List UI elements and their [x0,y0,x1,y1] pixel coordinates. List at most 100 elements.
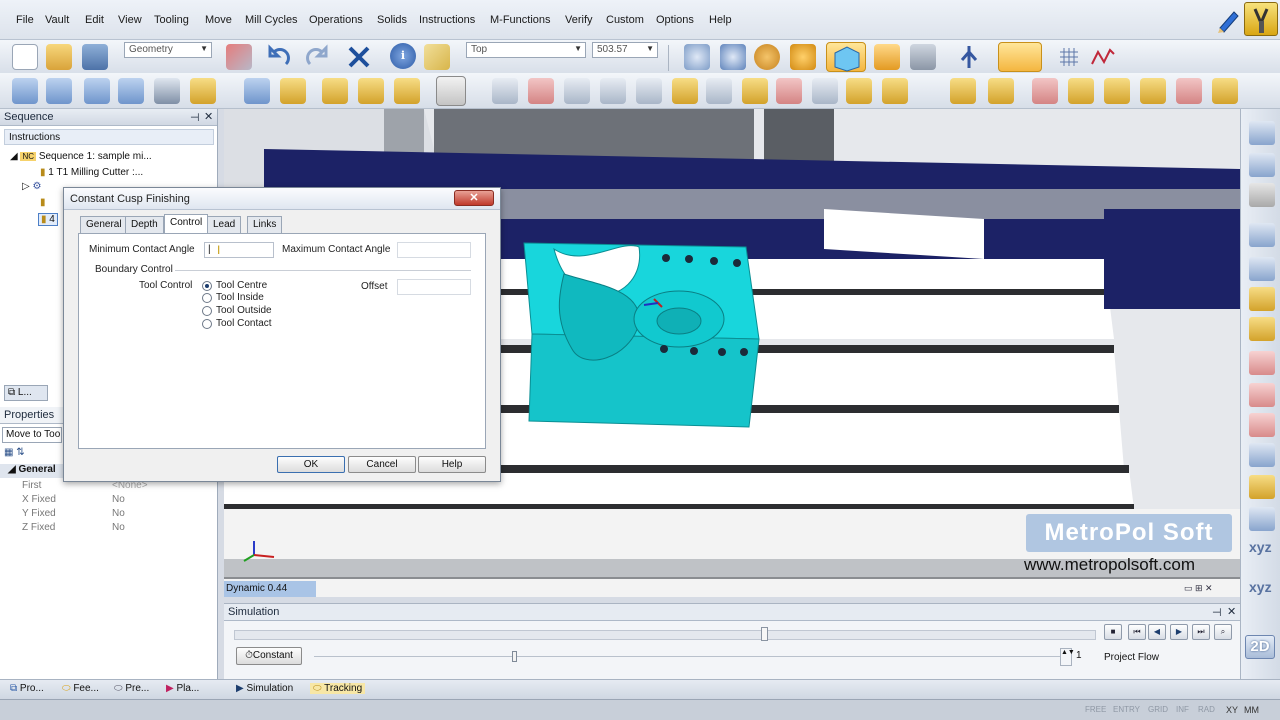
measure-tool-icon[interactable] [1244,2,1278,36]
morph-icon[interactable] [1140,78,1166,104]
drill-icon[interactable] [244,78,270,104]
flowline-icon[interactable] [776,78,802,104]
projection-icon[interactable] [812,78,838,104]
constant-mode-button[interactable]: ⏱Constant [236,647,302,665]
menu-options[interactable]: Options [656,14,694,26]
menu-instructions[interactable]: Instructions [419,14,475,26]
radio-tool-inside[interactable] [202,293,212,303]
zoom-sim-button[interactable]: ⌕ [1214,624,1232,640]
menu-help[interactable]: Help [709,14,732,26]
radio-tool-contact-label[interactable]: Tool Contact [216,318,272,329]
roughing-icon[interactable] [492,78,518,104]
toolpath-display-icon[interactable] [1249,287,1275,311]
tab-control[interactable]: Control [164,214,209,234]
ruler-icon[interactable] [424,44,450,70]
tab-general[interactable]: General [80,216,128,233]
status-grid[interactable]: GRID [1148,705,1168,714]
shaded-view-icon[interactable] [874,44,900,70]
menu-vault[interactable]: Vault [45,14,69,26]
surface-layer-icon[interactable] [1249,153,1275,177]
viewport-window-controls[interactable]: ▭ ⊞ ✕ [1184,583,1213,594]
cancel-button[interactable]: Cancel [348,456,416,473]
speed-slider-track[interactable] [314,656,1060,657]
workplane-icon[interactable] [998,42,1042,72]
status-xy[interactable]: XY [1226,705,1238,715]
max-contact-angle-input[interactable] [397,242,471,258]
swarf-icon[interactable] [846,78,872,104]
tool-change-icon[interactable] [154,78,180,104]
delete-icon[interactable] [346,44,372,70]
view-2d-button[interactable]: 2D [1245,635,1275,659]
radio-tool-outside[interactable] [202,306,212,316]
rotate-view-icon[interactable] [754,44,780,70]
pocket-icon[interactable] [322,78,348,104]
pen-icon[interactable] [1214,6,1242,34]
curve-icon[interactable] [1090,44,1116,70]
skip-end-button[interactable]: ⏭ [1192,624,1210,640]
property-row[interactable]: First <None> [0,480,216,494]
zoom-fit-icon[interactable] [720,44,746,70]
menu-operations[interactable]: Operations [309,14,363,26]
menu-solids[interactable]: Solids [377,14,407,26]
section-view-icon[interactable] [910,44,936,70]
close-icon[interactable]: ✕ [204,110,213,123]
status-mm[interactable]: MM [1244,705,1259,715]
open-folder-icon[interactable] [46,44,72,70]
move-xy-icon[interactable] [46,78,72,104]
move-tool-icon[interactable] [12,78,38,104]
tab-plan[interactable]: ▶ Pla... [166,683,199,694]
simulation-progress-thumb[interactable] [761,627,768,641]
tool-display-icon[interactable] [1249,317,1275,341]
save-icon[interactable] [82,44,108,70]
zoom-window-icon[interactable] [684,44,710,70]
cusp-finish-icon[interactable] [706,78,732,104]
undo-icon[interactable] [266,44,292,70]
help-button[interactable]: Help [418,456,486,473]
z-level-icon[interactable] [528,78,554,104]
pencil-finish-icon[interactable] [672,78,698,104]
zoom-value-combo[interactable]: 503.57 ▼ [592,42,658,58]
simulation-progress-track[interactable] [234,627,1096,641]
tab-depth[interactable]: Depth [125,216,164,233]
project-flow-label[interactable]: Project Flow [1104,652,1159,663]
selected-tree-item[interactable]: ▮ 4 [38,213,58,226]
model-icon[interactable] [1249,257,1275,281]
properties-dropdown[interactable]: Move to Too [2,427,62,443]
feature-icon[interactable] [882,78,908,104]
radio-tool-outside-label[interactable]: Tool Outside [216,305,272,316]
info-icon[interactable]: i [390,43,416,69]
play-button[interactable]: ▶ [1170,624,1188,640]
properties-toolbar[interactable]: ▦ ⇅ [4,447,44,462]
radial-finish-icon[interactable] [600,78,626,104]
ok-button[interactable]: OK [277,456,345,473]
rest-finish-icon[interactable] [742,78,768,104]
offset-input[interactable] [397,279,471,295]
min-contact-angle-input[interactable]: | I [204,242,274,258]
grid-icon[interactable] [1056,44,1082,70]
tab-preview[interactable]: ⬭ Pre... [114,683,149,694]
layer-stack-icon[interactable] [1249,121,1275,145]
pin-icon[interactable]: ⊣ [1212,606,1222,619]
isometric-view-icon[interactable] [826,42,866,72]
section-icon[interactable] [1249,475,1275,499]
stop-button[interactable]: ■ [1104,624,1122,640]
dialog-close-button[interactable]: ✕ [454,190,494,206]
property-row[interactable]: X Fixed No [0,494,216,508]
parallel-finish-icon[interactable] [564,78,590,104]
face-mill-icon[interactable] [280,78,306,104]
redo-icon[interactable] [304,44,330,70]
region-icon[interactable] [1249,413,1275,437]
step-spinner[interactable]: ▲▼ [1060,648,1075,666]
multi-axis-rough-icon[interactable] [1032,78,1058,104]
nc-program-icon[interactable] [436,76,466,106]
surface-normal-icon[interactable] [1104,78,1130,104]
rapid-move-icon[interactable] [118,78,144,104]
fixture-icon[interactable] [1249,223,1275,247]
sequence-tree-item[interactable]: ◢ NC Sequence 1: sample mi... [10,151,152,162]
new-file-icon[interactable] [12,44,38,70]
eraser-icon[interactable] [226,44,252,70]
property-row[interactable]: Z Fixed No [0,522,216,536]
speed-slider-thumb[interactable] [512,651,517,662]
step-back-button[interactable]: ◀ [1148,624,1166,640]
move-xyz-icon[interactable] [84,78,110,104]
